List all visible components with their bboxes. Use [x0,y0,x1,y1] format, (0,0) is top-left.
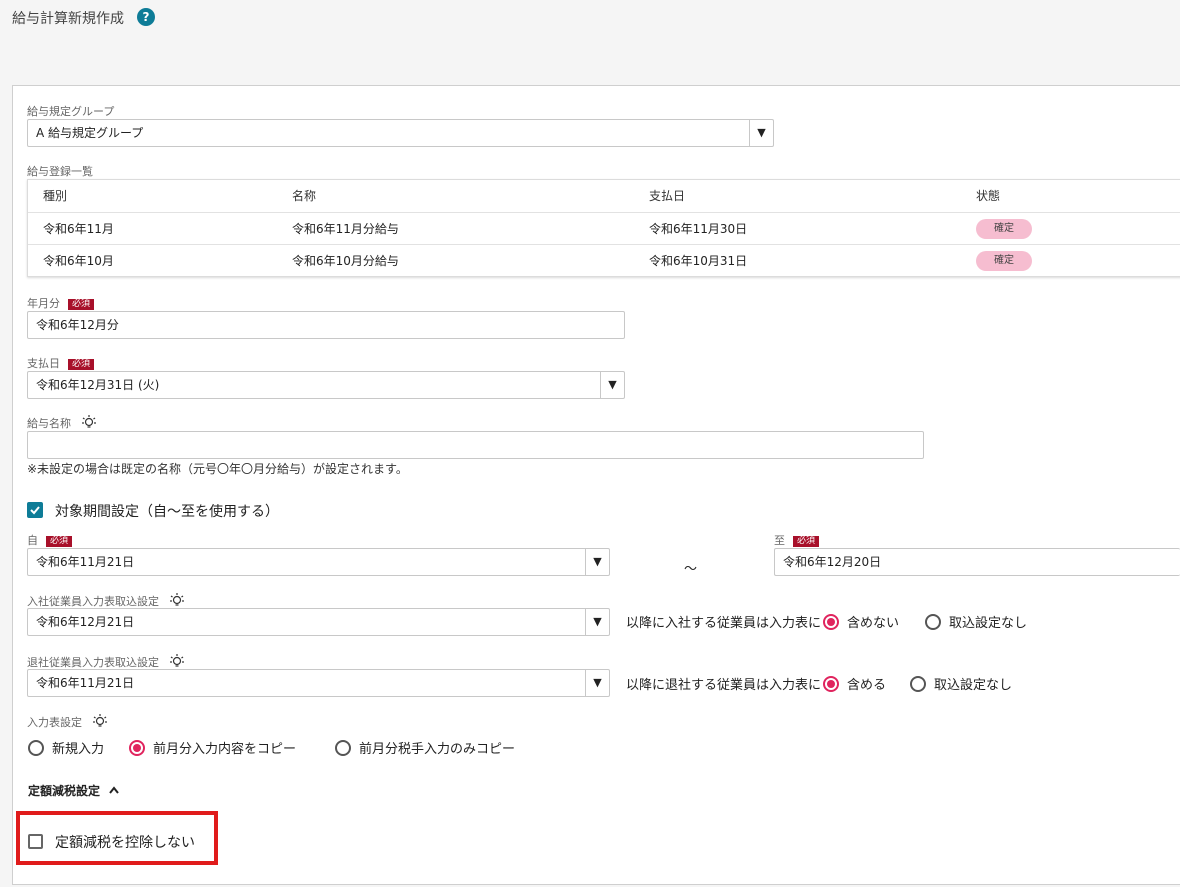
join-desc: 以降に入社する従業員は入力表に [626,616,822,631]
input-table-radio-new-label: 新規入力 [52,742,105,757]
radio-unselected-icon[interactable] [910,675,926,692]
status-badge: 確定 [976,251,1032,271]
salary-name-label-text: 給与名称 [27,417,71,430]
input-table-radio-tax-copy-label: 前月分税手入力のみコピー [359,742,516,757]
join-date-value: 令和6年12月21日 [36,615,135,629]
year-month-label: 年月分 必須 [27,295,95,311]
join-setting-label: 入社従業員入力表取込設定 [27,592,185,609]
radio-selected-icon[interactable] [129,739,145,756]
column-header-name: 名称 [292,189,317,203]
leave-setting-label: 退社従業員入力表取込設定 [27,653,185,670]
period-from-label-text: 自 [27,534,38,547]
lightbulb-icon[interactable] [169,653,185,669]
period-checkbox-label[interactable]: 対象期間設定（自～至を使用する） [55,501,279,521]
group-select[interactable]: A 給与規定グループ ▼ [27,119,774,147]
dropdown-arrow-icon[interactable]: ▼ [585,609,609,635]
lightbulb-icon[interactable] [92,713,108,729]
row-type: 令和6年10月 [43,254,114,268]
pay-day-select[interactable]: 令和6年12月31日 (火) ▼ [27,371,625,399]
join-radio-none-label: 取込設定なし [949,616,1028,631]
radio-unselected-icon[interactable] [925,613,941,630]
join-setting-label-text: 入社従業員入力表取込設定 [27,595,159,608]
join-radio-exclude[interactable]: 含めない [823,612,899,631]
period-from-label: 自必須 [27,532,73,548]
lightbulb-icon[interactable] [81,414,97,430]
input-table-radio-copy-label: 前月分入力内容をコピー [153,742,297,757]
join-radio-exclude-label: 含めない [847,616,900,631]
period-to-label: 至必須 [774,532,820,548]
required-badge: 必須 [793,536,820,547]
radio-selected-icon[interactable] [823,675,839,692]
required-badge: 必須 [46,536,73,547]
period-to-input[interactable]: 令和6年12月20日 [774,548,1180,576]
page-title: 給与計算新規作成 [12,11,124,27]
row-pay-date: 令和6年11月30日 [649,222,748,236]
year-month-input[interactable]: 令和6年12月分 [27,311,625,339]
required-badge: 必須 [68,359,95,370]
period-tilde: ～ [684,562,698,577]
leave-date-value: 令和6年11月21日 [36,676,135,690]
table-header-row: 種別 名称 支払日 状態 [28,180,1180,212]
chevron-up-icon[interactable] [108,785,120,795]
leave-date-select[interactable]: 令和6年11月21日 ▼ [27,669,610,697]
row-name: 令和6年10月分給与 [292,254,399,268]
year-month-value: 令和6年12月分 [36,318,119,332]
period-from-value: 令和6年11月21日 [36,555,135,569]
tax-reduction-checkbox[interactable] [28,834,43,849]
lightbulb-icon[interactable] [169,592,185,608]
dropdown-arrow-icon[interactable]: ▼ [585,670,609,696]
dropdown-arrow-icon[interactable]: ▼ [600,372,624,398]
tax-reduction-section-toggle[interactable]: 定額減税設定 [28,782,120,799]
input-table-label: 入力表設定 [27,713,108,730]
join-radio-none[interactable]: 取込設定なし [925,612,1027,631]
registry-table: 種別 名称 支払日 状態 令和6年11月 令和6年11月分給与 令和6年11月3… [27,179,1180,277]
pay-day-value: 令和6年12月31日 (火) [36,378,160,392]
salary-name-label: 給与名称 [27,414,97,431]
input-table-radio-tax-copy[interactable]: 前月分税手入力のみコピー [335,738,515,757]
radio-unselected-icon[interactable] [28,739,44,756]
radio-unselected-icon[interactable] [335,739,351,756]
leave-desc: 以降に退社する従業員は入力表に [626,678,822,693]
period-to-label-text: 至 [774,534,785,547]
row-name: 令和6年11月分給与 [292,222,399,236]
leave-radio-none-label: 取込設定なし [934,678,1013,693]
table-row[interactable]: 令和6年11月 令和6年11月分給与 令和6年11月30日 確定 [28,212,1180,244]
join-date-select[interactable]: 令和6年12月21日 ▼ [27,608,610,636]
column-header-type: 種別 [43,189,68,203]
leave-setting-label-text: 退社従業員入力表取込設定 [27,656,159,669]
check-icon [30,506,40,515]
help-icon[interactable]: ? [137,8,155,26]
period-to-value: 令和6年12月20日 [783,555,882,569]
salary-name-input[interactable] [27,431,924,459]
table-row[interactable]: 令和6年10月 令和6年10月分給与 令和6年10月31日 確定 [28,244,1180,276]
tax-reduction-checkbox-label[interactable]: 定額減税を控除しない [55,832,195,852]
radio-selected-icon[interactable] [823,613,839,630]
row-pay-date: 令和6年10月31日 [649,254,748,268]
row-type: 令和6年11月 [43,222,114,236]
group-label: 給与規定グループ [27,105,115,118]
group-select-value: A 給与規定グループ [36,126,144,140]
pay-day-label-text: 支払日 [27,357,60,370]
status-badge: 確定 [976,219,1032,239]
leave-radio-none[interactable]: 取込設定なし [910,674,1012,693]
tax-reduction-section-label: 定額減税設定 [28,784,101,798]
period-checkbox[interactable] [27,502,43,518]
registry-label: 給与登録一覧 [27,165,93,178]
year-month-label-text: 年月分 [27,297,60,310]
pay-day-label: 支払日 必須 [27,355,95,371]
input-table-radio-new[interactable]: 新規入力 [28,738,104,757]
leave-radio-include-label: 含める [847,678,887,693]
period-from-select[interactable]: 令和6年11月21日 ▼ [27,548,610,576]
input-table-label-text: 入力表設定 [27,716,82,729]
input-table-radio-copy[interactable]: 前月分入力内容をコピー [129,738,296,757]
leave-radio-include[interactable]: 含める [823,674,886,693]
column-header-pay-date: 支払日 [649,189,686,203]
dropdown-arrow-icon[interactable]: ▼ [749,120,773,146]
required-badge: 必須 [68,299,95,310]
salary-name-note: ※未設定の場合は既定の名称（元号〇年〇月分給与）が設定されます。 [27,462,408,476]
dropdown-arrow-icon[interactable]: ▼ [585,549,609,575]
column-header-status: 状態 [976,189,1001,203]
